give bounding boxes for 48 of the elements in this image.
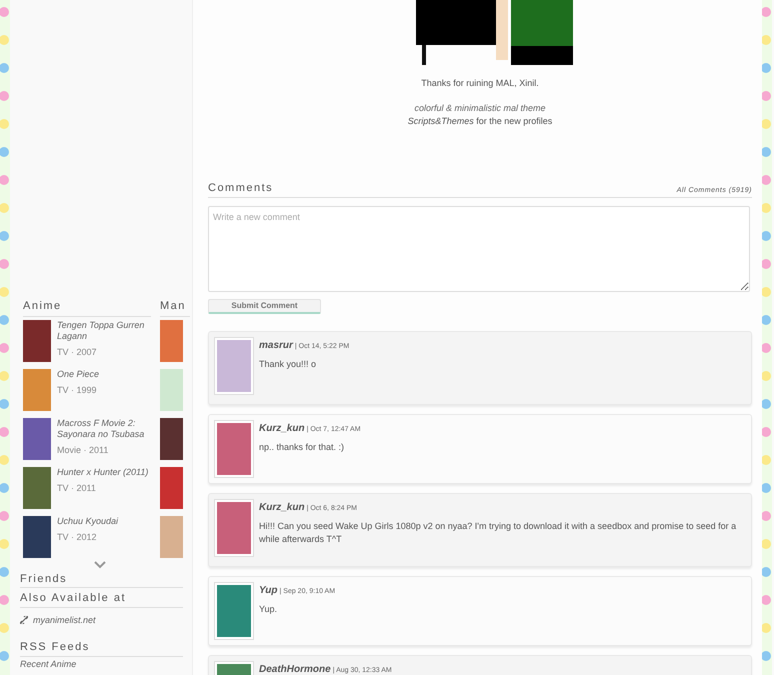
thanks-text: Thanks for ruining MAL, Xinil. (420, 77, 540, 90)
anime-title-link[interactable]: Macross F Movie 2: Sayonara no Tsubasa (57, 418, 160, 440)
section-heading: RSS Feeds (20, 639, 183, 656)
anime-meta: TV · 2011 (57, 482, 97, 494)
cover-placeholder (160, 320, 183, 362)
username-link[interactable]: DeathHormone (259, 662, 331, 675)
anime-title-link[interactable]: Uchuu Kyoudai (57, 516, 118, 526)
username-link[interactable]: masrur (259, 338, 293, 353)
cover-placeholder (23, 466, 51, 508)
rss-link[interactable]: Recent Anime (20, 658, 192, 671)
avatar-placeholder (215, 338, 253, 394)
username-link[interactable]: Yup (259, 583, 278, 598)
comment-text: np.. thanks for that. :) (259, 441, 346, 454)
cover-placeholder (23, 320, 51, 362)
theme-text: colorful & minimalistic mal theme (413, 102, 547, 114)
website-link[interactable]: myanimelist.net (33, 614, 96, 627)
cover-placeholder (160, 516, 183, 558)
section-heading: Friends (20, 570, 183, 588)
anime-meta: TV · 2007 (57, 346, 98, 358)
cover-placeholder (23, 368, 51, 410)
anime-meta: TV · 2012 (57, 530, 98, 544)
avatar-placeholder (215, 583, 253, 639)
cover-placeholder (23, 418, 51, 460)
cover-placeholder (160, 368, 183, 410)
anime-title-link[interactable]: Tengen Toppa Gurren Lagann (57, 320, 160, 342)
section-heading: Also Available at (20, 590, 183, 608)
avatar-placeholder (215, 500, 253, 556)
comment-text: Thank you!!! o (259, 358, 318, 371)
username-link[interactable]: Kurz_kun (259, 421, 305, 436)
scripts-text: Scripts&Themes for the new profiles (406, 115, 554, 128)
comment-input-field[interactable]: Write a new comment (208, 206, 750, 292)
comments-heading: Comments (208, 180, 274, 196)
comment-text: Yup. (259, 603, 278, 616)
chevron-down-icon[interactable] (94, 560, 106, 568)
link-icon (20, 616, 28, 624)
anime-title-link[interactable]: Hunter x Hunter (2011) (57, 466, 148, 478)
anime-meta: TV · 1999 (57, 384, 98, 396)
cover-placeholder (160, 418, 183, 460)
submit-comment-button[interactable]: Submit Comment (208, 299, 321, 314)
anime-title-link[interactable]: One Piece (57, 368, 100, 380)
username-link[interactable]: Kurz_kun (259, 500, 305, 515)
section-heading: Man (160, 298, 190, 316)
section-heading: Anime (23, 298, 151, 316)
cover-placeholder (160, 466, 183, 508)
cover-placeholder (23, 516, 51, 558)
avatar-placeholder (215, 421, 253, 477)
anime-meta: Movie · 2011 (57, 444, 110, 456)
comment-text: Hi!!! Can you seed Wake Up Girls 1080p v2 on nyaa? I'm trying to download it with a seedbox and promise to seed for a while afterwards T^T (259, 520, 738, 546)
